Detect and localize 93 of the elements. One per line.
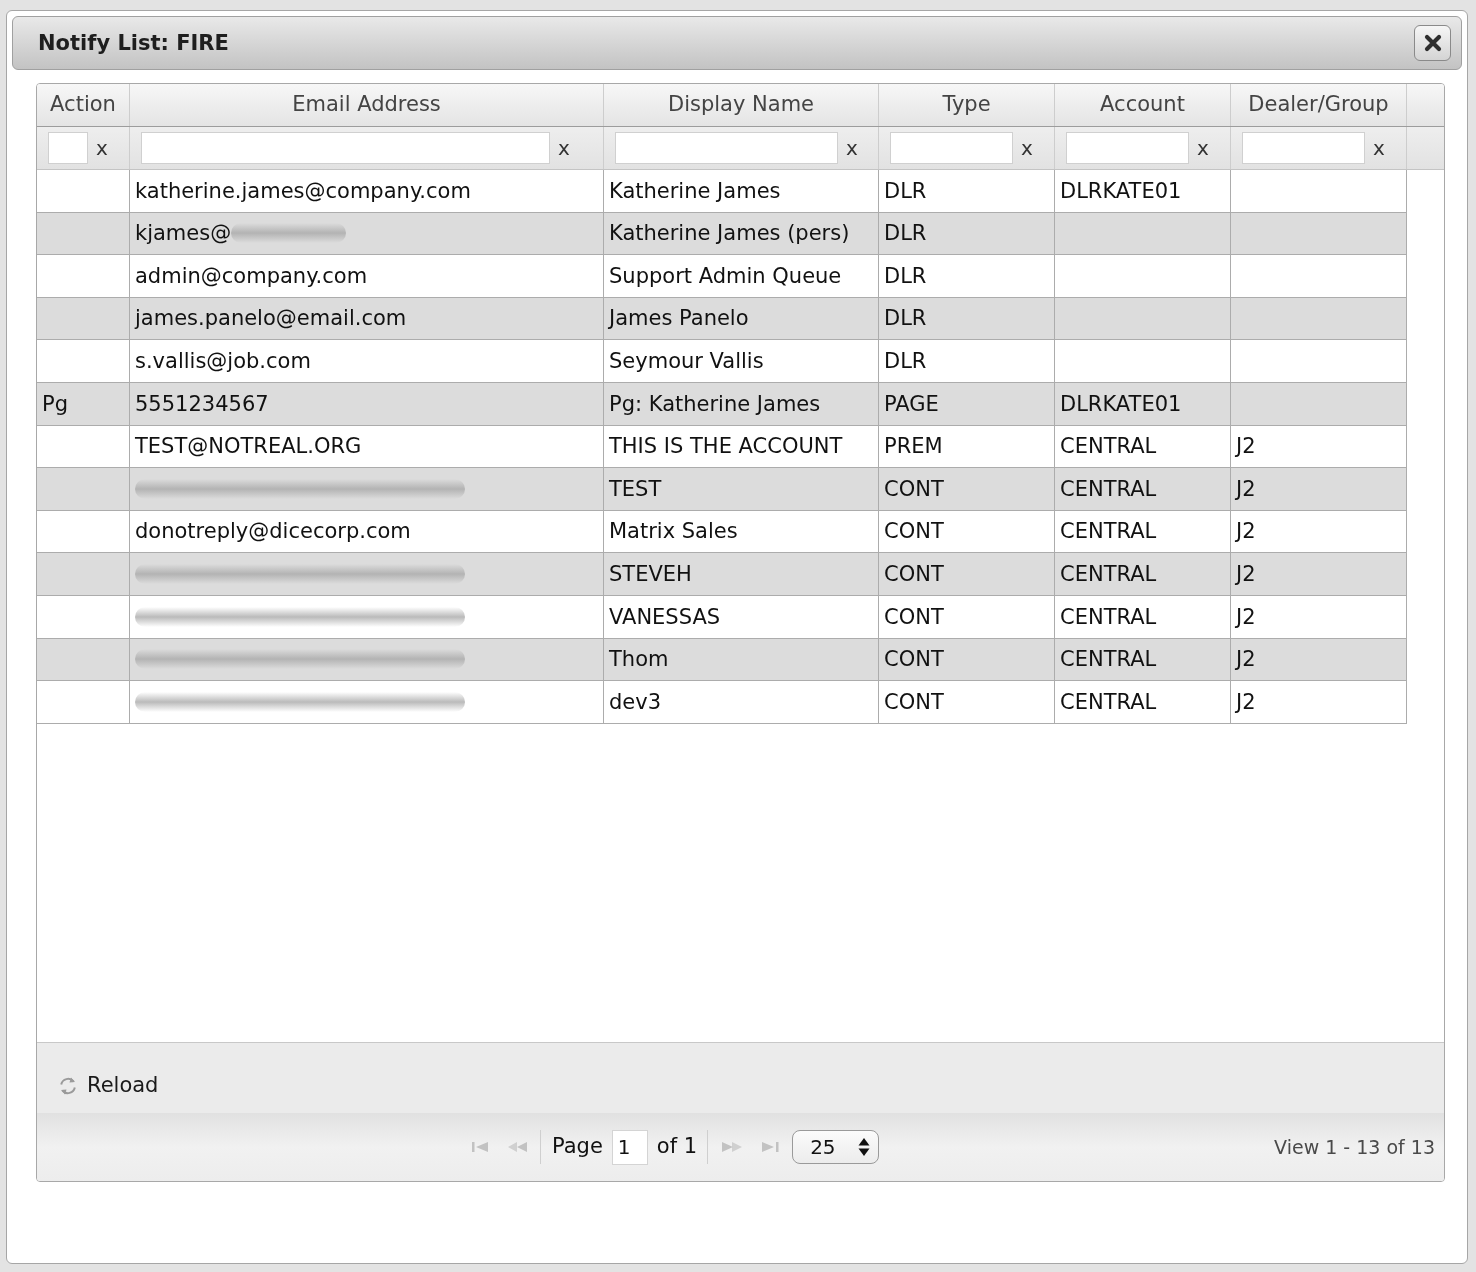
column-header[interactable]: Type (879, 84, 1055, 126)
table-cell: TEST (609, 475, 662, 503)
clear-filter-button[interactable]: x (88, 138, 116, 158)
close-button[interactable] (1414, 25, 1451, 61)
refresh-icon (58, 1075, 78, 1097)
filter-input[interactable] (48, 132, 88, 164)
table-cell: kjames@ (135, 220, 232, 247)
table-cell: CENTRAL (1060, 518, 1157, 545)
table-cell: J2 (1236, 603, 1256, 630)
table-cell: DLRKATE01 (1060, 177, 1182, 204)
filter-input[interactable] (1066, 132, 1189, 164)
table-cell: CONT (884, 603, 944, 630)
table-cell: DLR (884, 262, 927, 290)
table-cell: CENTRAL (1060, 433, 1157, 460)
table-cell: J2 (1236, 475, 1256, 503)
table-row[interactable]: dev3 CONT CENTRAL J2 (37, 681, 1407, 724)
table-cell: CENTRAL (1060, 561, 1157, 588)
table-cell: katherine.james@company.com (135, 177, 471, 204)
table-cell: Thom (609, 646, 669, 673)
table-cell: DLR (884, 305, 927, 332)
record-count-text: View 1 - 13 of 13 (1274, 1134, 1435, 1160)
clear-filter-button[interactable]: x (1365, 138, 1393, 158)
table-row[interactable]: admin@company.com Support Admin Queue DLR (37, 255, 1407, 298)
column-header[interactable]: Email Address (130, 84, 604, 126)
table-cell: Pg (42, 390, 68, 417)
table-cell: Seymour Vallis (609, 348, 764, 375)
table-cell: STEVEH (609, 561, 692, 588)
table-row[interactable]: s.vallis@job.com Seymour Vallis DLR (37, 340, 1407, 383)
table-cell: CONT (884, 518, 944, 545)
clear-filter-button[interactable]: x (838, 138, 866, 158)
table-cell: CENTRAL (1060, 646, 1157, 673)
table-row[interactable]: donotreply@dicecorp.com Matrix Sales CONT CENTRAL J2 (37, 510, 1407, 554)
table-cell: VANESSAS (609, 603, 721, 630)
up-down-arrows-icon (858, 1137, 871, 1157)
table-cell: donotreply@dicecorp.com (135, 518, 411, 545)
table-cell: DLRKATE01 (1060, 390, 1182, 417)
table-row[interactable]: STEVEH CONT CENTRAL J2 (37, 553, 1407, 596)
table-row[interactable]: kjames@ Katherine James (pers) DLR (37, 212, 1407, 256)
table-cell: dev3 (609, 688, 662, 716)
table-row[interactable]: TEST@NOTREAL.ORG THIS IS THE ACCOUNT PREM CENTRAL J2 (37, 425, 1407, 469)
table-cell: TEST@NOTREAL.ORG (135, 433, 362, 460)
table-cell: james.panelo@email.com (135, 305, 407, 332)
table-cell: CONT (884, 475, 944, 503)
filter-input[interactable] (141, 132, 550, 164)
table-cell: Katherine James (pers) (609, 220, 850, 247)
table-cell: 5551234567 (135, 390, 269, 417)
table-cell: J2 (1236, 518, 1256, 545)
column-header[interactable]: Display Name (604, 84, 879, 126)
table-cell: DLR (884, 177, 927, 204)
table-cell: Matrix Sales (609, 518, 738, 545)
filter-input[interactable] (1242, 132, 1365, 164)
table-cell: CONT (884, 561, 944, 588)
reload-button[interactable]: Reload (58, 1070, 159, 1102)
clear-filter-button[interactable]: x (1189, 138, 1217, 158)
table-cell: PREM (884, 433, 943, 460)
page-count-text: of 1 (656, 1133, 698, 1161)
table-cell: CENTRAL (1060, 475, 1157, 503)
table-row[interactable]: VANESSAS CONT CENTRAL J2 (37, 595, 1407, 639)
filter-input[interactable] (615, 132, 838, 164)
table-row[interactable]: katherine.james@company.com Katherine James DLR DLRKATE01 (37, 170, 1407, 213)
table-cell: J2 (1236, 433, 1256, 460)
close-icon (1423, 34, 1442, 52)
dialog-title: Notify List: FIRE (38, 32, 229, 54)
column-header[interactable]: Account (1055, 84, 1231, 126)
page-input[interactable]: 1 (611, 1129, 648, 1165)
table-cell: J2 (1236, 561, 1256, 588)
table-row[interactable]: Pg 5551234567 Pg: Katherine James PAGE DLRKATE01 (37, 382, 1407, 426)
table-row[interactable]: TEST CONT CENTRAL J2 (37, 468, 1407, 511)
table-cell: CENTRAL (1060, 688, 1157, 716)
table-cell: admin@company.com (135, 262, 368, 290)
table-cell: CENTRAL (1060, 603, 1157, 630)
table-cell: James Panelo (609, 305, 749, 332)
table-cell: Pg: Katherine James (609, 390, 821, 417)
page-label: Page (552, 1133, 603, 1161)
clear-filter-button[interactable]: x (550, 138, 578, 158)
page-size-select[interactable]: 25 (792, 1130, 880, 1164)
table-cell: THIS IS THE ACCOUNT (609, 433, 843, 460)
clear-filter-button[interactable]: x (1013, 138, 1041, 158)
filter-input[interactable] (890, 132, 1013, 164)
table-cell: Support Admin Queue (609, 262, 842, 290)
table-row[interactable]: Thom CONT CENTRAL J2 (37, 638, 1407, 682)
table-cell: CONT (884, 688, 944, 716)
table-row[interactable]: james.panelo@email.com James Panelo DLR (37, 297, 1407, 341)
table-cell: s.vallis@job.com (135, 348, 311, 375)
table-cell: J2 (1236, 688, 1256, 716)
column-header[interactable]: Action (37, 84, 130, 126)
column-header[interactable]: Dealer/Group (1231, 84, 1407, 126)
table-cell: Katherine James (609, 177, 781, 204)
table-cell: DLR (884, 220, 927, 247)
table-cell: DLR (884, 348, 927, 375)
table-cell: PAGE (884, 390, 939, 417)
table-cell: CONT (884, 646, 944, 673)
table-cell: J2 (1236, 646, 1256, 673)
